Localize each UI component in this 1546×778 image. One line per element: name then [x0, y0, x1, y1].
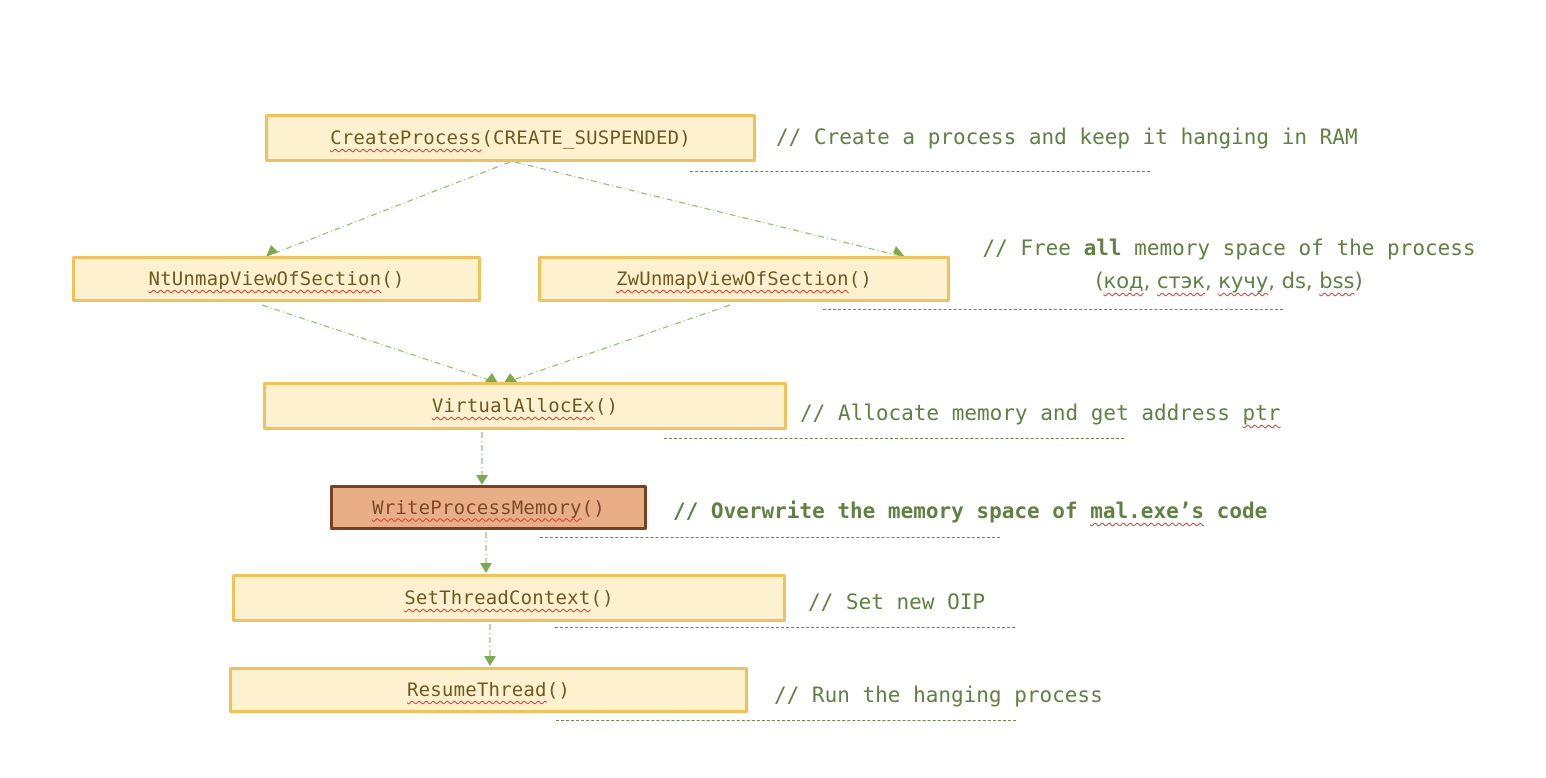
node-write-memory-args: () — [581, 496, 605, 519]
arrowhead-write — [476, 475, 488, 485]
node-create-process-args: (CREATE_SUSPENDED) — [481, 127, 691, 149]
node-set-context: SetThreadContext() — [232, 574, 786, 622]
arrow-nt-to-alloc — [261, 304, 493, 382]
node-virtual-alloc-func: VirtualAllocEx — [431, 395, 595, 417]
node-zw-unmap-args: () — [848, 268, 873, 290]
comment-write-memory-suffix: code — [1204, 499, 1268, 523]
arrow-create-to-nt — [269, 161, 511, 256]
node-virtual-alloc: VirtualAllocEx() — [263, 382, 787, 430]
paren-close: ) — [1354, 269, 1363, 293]
memory-item-bss: bss — [1319, 269, 1355, 293]
comment-write-memory-prefix: // Overwrite the memory space of — [673, 499, 1091, 523]
comment-virtual-alloc-underline — [664, 438, 1124, 439]
comment-resume-thread: // Run the hanging process — [774, 683, 1103, 707]
node-write-memory-func: WriteProcessMemory — [372, 496, 582, 519]
comment-resume-thread-underline — [556, 720, 1016, 721]
node-resume-thread-args: () — [546, 679, 570, 701]
memory-item-heap: кучу — [1218, 269, 1269, 293]
comment-write-memory-flagged: mal.exe’s — [1090, 499, 1205, 523]
sep: , — [1143, 269, 1157, 293]
node-zw-unmap: ZwUnmapViewOfSection() — [538, 256, 950, 302]
node-nt-unmap-func: NtUnmapViewOfSection — [148, 268, 382, 290]
comment-write-memory-underline — [540, 537, 1000, 538]
comment-virtual-alloc-flagged: ptr — [1242, 401, 1281, 425]
comment-unmap-prefix: // Free — [982, 236, 1084, 260]
node-set-context-args: () — [590, 587, 614, 609]
node-zw-unmap-func: ZwUnmapViewOfSection — [615, 268, 849, 290]
comment-create-process: // Create a process and keep it hanging … — [776, 125, 1358, 149]
memory-item-ds: ds — [1281, 269, 1306, 293]
comment-unmap-underline — [823, 309, 1283, 310]
arrowhead-resume — [484, 656, 496, 666]
comment-unmap-line2: (код, стэк, кучу, ds, bss) — [966, 265, 1492, 298]
node-write-memory: WriteProcessMemory() — [330, 485, 647, 530]
sep: , — [1268, 269, 1282, 293]
arrow-zw-to-alloc — [509, 304, 731, 382]
arrowhead-set — [480, 563, 492, 573]
comment-virtual-alloc-text: // Allocate memory and get address — [800, 401, 1243, 425]
node-nt-unmap: NtUnmapViewOfSection() — [72, 256, 481, 302]
comment-create-process-underline — [690, 171, 1150, 172]
memory-item-code: код — [1103, 269, 1144, 293]
comment-unmap: // Free all memory space of the process … — [966, 232, 1492, 298]
node-resume-thread: ResumeThread() — [229, 667, 748, 713]
arrow-create-to-zw — [514, 161, 906, 258]
comment-unmap-bold: all — [1083, 236, 1122, 260]
node-virtual-alloc-args: () — [594, 395, 619, 417]
paren-open: ( — [1095, 269, 1104, 293]
memory-item-stack: стэк — [1156, 269, 1205, 293]
node-create-process-func: CreateProcess — [330, 127, 482, 149]
comment-virtual-alloc: // Allocate memory and get address ptr — [800, 401, 1280, 425]
comment-set-context-underline — [555, 627, 1015, 628]
comment-write-memory: // Overwrite the memory space of mal.exe… — [673, 499, 1267, 523]
sep: , — [1305, 269, 1320, 293]
sep: , — [1204, 269, 1219, 293]
comment-set-context: // Set new OIP — [808, 590, 986, 614]
comment-unmap-suffix: memory space of the process — [1121, 236, 1476, 260]
node-set-context-func: SetThreadContext — [404, 587, 591, 609]
comment-unmap-line1: // Free all memory space of the process — [966, 232, 1492, 265]
node-create-process: CreateProcess (CREATE_SUSPENDED) — [265, 114, 756, 162]
node-nt-unmap-args: () — [381, 268, 405, 290]
node-resume-thread-func: ResumeThread — [407, 679, 547, 701]
